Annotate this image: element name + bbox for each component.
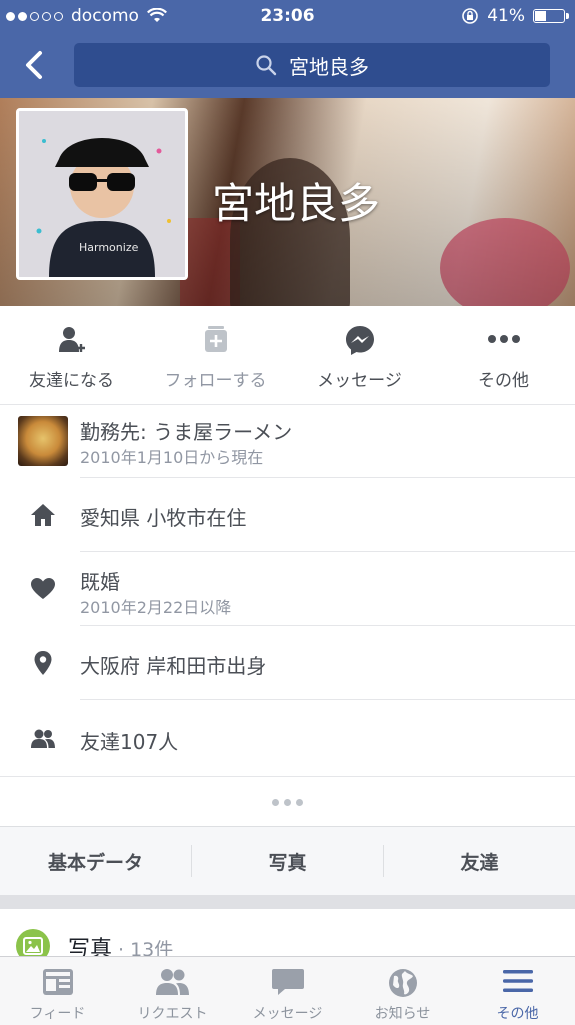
profile-avatar[interactable]: Harmonize xyxy=(16,108,188,280)
status-bar: docomo 23:06 41% xyxy=(0,0,575,32)
follow-label: フォローする xyxy=(164,371,267,391)
profile-name: 宮地良多 xyxy=(212,179,381,228)
hometown-row[interactable]: 大阪府 岸和田市出身 xyxy=(0,626,575,700)
tab-notifications-label: お知らせ xyxy=(374,1006,431,1022)
tab-notifications[interactable]: お知らせ xyxy=(345,957,460,1025)
avatar-image: Harmonize xyxy=(19,111,185,277)
more-options-button[interactable]: その他 xyxy=(432,306,575,404)
friend-requests-icon xyxy=(155,969,189,995)
lives-in-row[interactable]: 愛知県 小牧市在住 xyxy=(0,478,575,552)
lives-in-text: 愛知県 小牧市在住 xyxy=(80,506,247,530)
tab-more[interactable]: その他 xyxy=(460,957,575,1025)
friends-icon xyxy=(31,729,55,748)
profile-section-tabs: 基本データ 写真 友達 xyxy=(0,826,575,896)
menu-icon xyxy=(502,970,533,992)
relationship-date: 2010年2月22日以降 xyxy=(80,598,232,617)
tab-feed[interactable]: フィード xyxy=(0,957,115,1025)
navigation-bar: 宮地良多 xyxy=(0,32,575,98)
relationship-status: 既婚 xyxy=(80,570,120,594)
show-more-button[interactable] xyxy=(0,776,575,827)
section-separator xyxy=(0,895,575,909)
orientation-lock-icon xyxy=(462,8,479,24)
tab-requests[interactable]: リクエスト xyxy=(115,957,230,1025)
svg-text:Harmonize: Harmonize xyxy=(79,241,139,254)
tab-feed-label: フィード xyxy=(29,1006,86,1022)
search-icon xyxy=(256,55,277,76)
message-label: メッセージ xyxy=(317,371,402,391)
tab-messages[interactable]: メッセージ xyxy=(230,957,345,1025)
notifications-globe-icon xyxy=(388,969,417,997)
messages-icon xyxy=(271,969,304,995)
relationship-row[interactable]: 既婚 2010年2月22日以降 xyxy=(0,552,575,626)
search-text: 宮地良多 xyxy=(289,54,369,79)
add-friend-button[interactable]: 友達になる xyxy=(0,306,143,404)
more-icon xyxy=(487,335,520,343)
heart-icon xyxy=(31,578,55,599)
profile-actions: 友達になる フォローする メッセージ その他 xyxy=(0,306,575,405)
tab-messages-label: メッセージ xyxy=(252,1006,323,1022)
work-date: 2010年1月10日から現在 xyxy=(80,448,264,467)
add-friend-label: 友達になる xyxy=(29,371,114,391)
friends-row[interactable]: 友達107人 xyxy=(0,700,575,774)
location-pin-icon xyxy=(34,651,52,675)
work-row[interactable]: 勤務先: うま屋ラーメン 2010年1月10日から現在 xyxy=(0,404,575,478)
work-title: 勤務先: うま屋ラーメン xyxy=(80,420,293,444)
tab-photos[interactable]: 写真 xyxy=(192,827,383,895)
tab-more-label: その他 xyxy=(496,1006,539,1022)
battery-percent: 41% xyxy=(487,6,525,26)
tab-friends[interactable]: 友達 xyxy=(384,827,575,895)
feed-icon xyxy=(42,969,73,995)
tab-requests-label: リクエスト xyxy=(137,1006,208,1022)
messenger-icon xyxy=(345,326,374,355)
friends-count: 友達107人 xyxy=(80,730,179,754)
message-button[interactable]: メッセージ xyxy=(288,306,431,404)
follow-button[interactable]: フォローする xyxy=(144,306,287,404)
follow-icon xyxy=(204,326,227,352)
hometown-text: 大阪府 岸和田市出身 xyxy=(80,654,267,678)
more-options-label: その他 xyxy=(478,371,529,391)
home-icon xyxy=(31,504,55,526)
add-friend-icon xyxy=(58,327,85,352)
bottom-tab-bar: フィード リクエスト メッセージ お知らせ その他 xyxy=(0,956,575,1025)
search-field[interactable]: 宮地良多 xyxy=(74,43,550,87)
battery-icon xyxy=(533,9,569,23)
back-chevron-icon[interactable] xyxy=(18,48,52,82)
tab-about[interactable]: 基本データ xyxy=(0,827,191,895)
